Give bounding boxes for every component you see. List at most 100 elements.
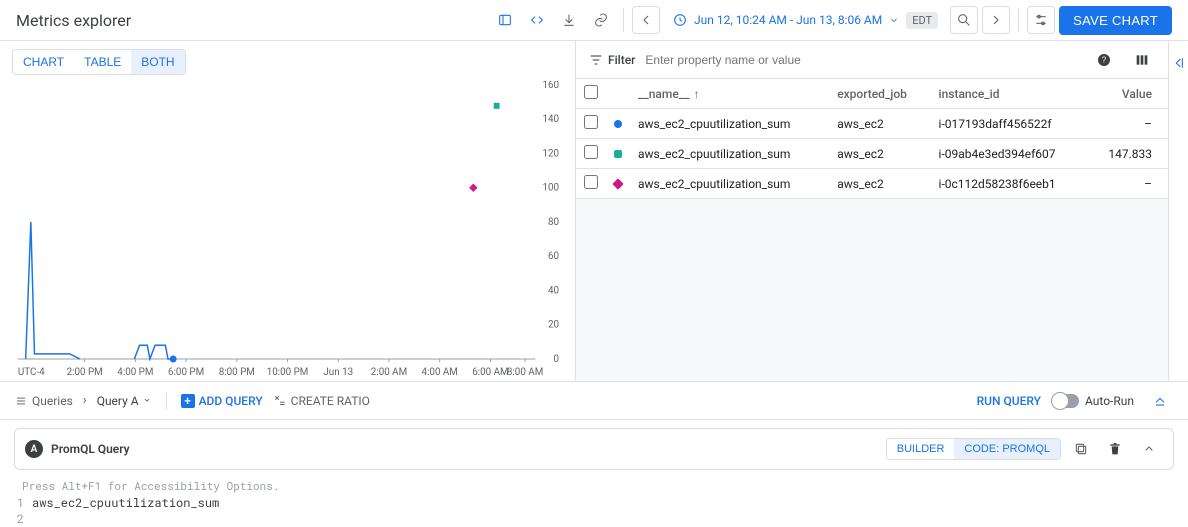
add-query-button[interactable]: + ADD QUERY bbox=[181, 394, 263, 408]
line-number: 1 bbox=[14, 495, 32, 511]
cell-instance: i-017193daff456522f bbox=[931, 109, 1088, 139]
cell-job: aws_ec2 bbox=[829, 139, 930, 169]
row-checkbox[interactable] bbox=[584, 145, 598, 159]
svg-text:100: 100 bbox=[542, 183, 559, 194]
view-toggle: CHART TABLE BOTH bbox=[12, 49, 186, 75]
table-row[interactable]: aws_ec2_cpuutilization_sumaws_ec2i-01719… bbox=[576, 109, 1168, 139]
svg-text:60: 60 bbox=[548, 251, 559, 262]
save-chart-button[interactable]: SAVE CHART bbox=[1059, 6, 1172, 35]
svg-text:40: 40 bbox=[548, 285, 559, 296]
chevron-right-icon: › bbox=[83, 393, 87, 408]
chart[interactable]: 0204060801001201401602:00 PM4:00 PM6:00 … bbox=[12, 81, 563, 381]
help-icon[interactable]: ? bbox=[1090, 46, 1118, 74]
svg-text:UTC-4: UTC-4 bbox=[18, 367, 45, 378]
cell-job: aws_ec2 bbox=[829, 169, 930, 199]
col-name[interactable]: __name__↑ bbox=[630, 79, 829, 109]
collapse-query-icon[interactable] bbox=[1135, 435, 1163, 463]
col-exported-job[interactable]: exported_job bbox=[829, 79, 930, 109]
line-number: 2 bbox=[14, 511, 32, 527]
svg-text:4:00 AM: 4:00 AM bbox=[422, 367, 458, 378]
time-next-button[interactable] bbox=[982, 6, 1010, 34]
query-bar-left: Queries › Query A + ADD QUERY CREATE RAT… bbox=[14, 392, 370, 410]
delete-icon[interactable] bbox=[1101, 435, 1129, 463]
svg-text:0: 0 bbox=[554, 354, 560, 365]
svg-text:2:00 PM: 2:00 PM bbox=[67, 367, 103, 378]
queries-link[interactable]: Queries bbox=[14, 394, 73, 408]
legend-marker bbox=[612, 178, 623, 189]
svg-text:120: 120 bbox=[542, 148, 559, 159]
table-scroll[interactable]: __name__↑ exported_job instance_id Value… bbox=[576, 79, 1168, 381]
time-range-picker[interactable]: Jun 12, 10:24 AM - Jun 13, 8:06 AM EDT bbox=[664, 12, 946, 29]
table-pane: Filter ? __name__↑ exported_job ins bbox=[575, 41, 1168, 381]
main-area: CHART TABLE BOTH 0204060801001201401602:… bbox=[0, 41, 1188, 381]
cell-name: aws_ec2_cpuutilization_sum bbox=[630, 109, 829, 139]
settings-sliders-icon[interactable] bbox=[1027, 6, 1055, 34]
header-actions: Jun 12, 10:24 AM - Jun 13, 8:06 AM EDT S… bbox=[491, 6, 1172, 35]
col-instance-id[interactable]: instance_id bbox=[931, 79, 1088, 109]
svg-text:160: 160 bbox=[542, 81, 559, 91]
builder-mode-button[interactable]: BUILDER bbox=[887, 439, 955, 459]
svg-text:?: ? bbox=[1102, 55, 1107, 64]
table-row[interactable]: aws_ec2_cpuutilization_sumaws_ec2i-09ab4… bbox=[576, 139, 1168, 169]
row-checkbox[interactable] bbox=[584, 115, 598, 129]
cell-job: aws_ec2 bbox=[829, 109, 930, 139]
timezone-badge[interactable]: EDT bbox=[906, 12, 938, 29]
editor-line: 2 bbox=[14, 511, 1174, 527]
cell-instance: i-0c112d58238f6eeb1 bbox=[931, 169, 1088, 199]
filter-label: Filter bbox=[588, 52, 635, 68]
editor-line: 1 aws_ec2_cpuutilization_sum bbox=[14, 495, 1174, 511]
query-bar-right: RUN QUERY Auto-Run bbox=[977, 387, 1174, 415]
plus-icon: + bbox=[181, 394, 195, 408]
table-header-row: __name__↑ exported_job instance_id Value bbox=[576, 79, 1168, 109]
promql-header: A PromQL Query BUILDER CODE: PROMQL bbox=[14, 428, 1174, 470]
view-both-tab[interactable]: BOTH bbox=[131, 50, 184, 74]
copy-icon[interactable] bbox=[1067, 435, 1095, 463]
editor-mode-toggle: BUILDER CODE: PROMQL bbox=[886, 438, 1061, 460]
svg-text:8:00 PM: 8:00 PM bbox=[219, 367, 255, 378]
time-prev-button[interactable] bbox=[632, 6, 660, 34]
cell-value: – bbox=[1088, 109, 1168, 139]
code-icon[interactable] bbox=[523, 6, 551, 34]
code-mode-button[interactable]: CODE: PROMQL bbox=[954, 439, 1060, 459]
divider bbox=[623, 8, 624, 32]
project-picker-icon[interactable] bbox=[491, 6, 519, 34]
collapse-panel-button[interactable] bbox=[1168, 41, 1188, 381]
svg-text:80: 80 bbox=[548, 217, 559, 228]
collapse-queries-icon[interactable] bbox=[1146, 387, 1174, 415]
svg-text:Jun 13: Jun 13 bbox=[323, 367, 353, 378]
cell-value: – bbox=[1088, 169, 1168, 199]
filter-icon bbox=[588, 52, 604, 68]
filter-input[interactable] bbox=[645, 53, 1080, 67]
cell-instance: i-09ab4e3ed394ef607 bbox=[931, 139, 1088, 169]
cell-name: aws_ec2_cpuutilization_sum bbox=[630, 169, 829, 199]
current-query-dropdown[interactable]: Query A bbox=[97, 394, 152, 408]
promql-editor[interactable]: Press Alt+F1 for Accessibility Options. … bbox=[14, 476, 1174, 527]
auto-run-label: Auto-Run bbox=[1085, 394, 1134, 408]
columns-icon[interactable] bbox=[1128, 46, 1156, 74]
legend-table: __name__↑ exported_job instance_id Value… bbox=[576, 79, 1168, 199]
download-icon[interactable] bbox=[555, 6, 583, 34]
row-checkbox[interactable] bbox=[584, 175, 598, 189]
svg-text:140: 140 bbox=[542, 114, 559, 125]
header: Metrics explorer Jun 12, 10:24 AM - Jun … bbox=[0, 0, 1188, 41]
chart-pane: CHART TABLE BOTH 0204060801001201401602:… bbox=[0, 41, 575, 381]
create-ratio-button[interactable]: CREATE RATIO bbox=[273, 394, 370, 408]
view-chart-tab[interactable]: CHART bbox=[13, 50, 74, 74]
zoom-icon[interactable] bbox=[950, 6, 978, 34]
select-all-checkbox[interactable] bbox=[584, 85, 598, 99]
page-title: Metrics explorer bbox=[16, 11, 131, 30]
run-query-button[interactable]: RUN QUERY bbox=[977, 394, 1041, 408]
editor-hint: Press Alt+F1 for Accessibility Options. bbox=[14, 476, 1174, 495]
auto-run-toggle[interactable] bbox=[1053, 394, 1079, 408]
link-icon[interactable] bbox=[587, 6, 615, 34]
legend-marker bbox=[614, 120, 622, 128]
divider bbox=[166, 392, 167, 410]
svg-text:10:00 PM: 10:00 PM bbox=[267, 367, 309, 378]
svg-text:2:00 AM: 2:00 AM bbox=[371, 367, 407, 378]
table-row[interactable]: aws_ec2_cpuutilization_sumaws_ec2i-0c112… bbox=[576, 169, 1168, 199]
legend-marker bbox=[614, 150, 622, 158]
cell-name: aws_ec2_cpuutilization_sum bbox=[630, 139, 829, 169]
editor-text[interactable]: aws_ec2_cpuutilization_sum bbox=[32, 495, 219, 511]
col-value[interactable]: Value bbox=[1088, 79, 1168, 109]
view-table-tab[interactable]: TABLE bbox=[74, 50, 131, 74]
